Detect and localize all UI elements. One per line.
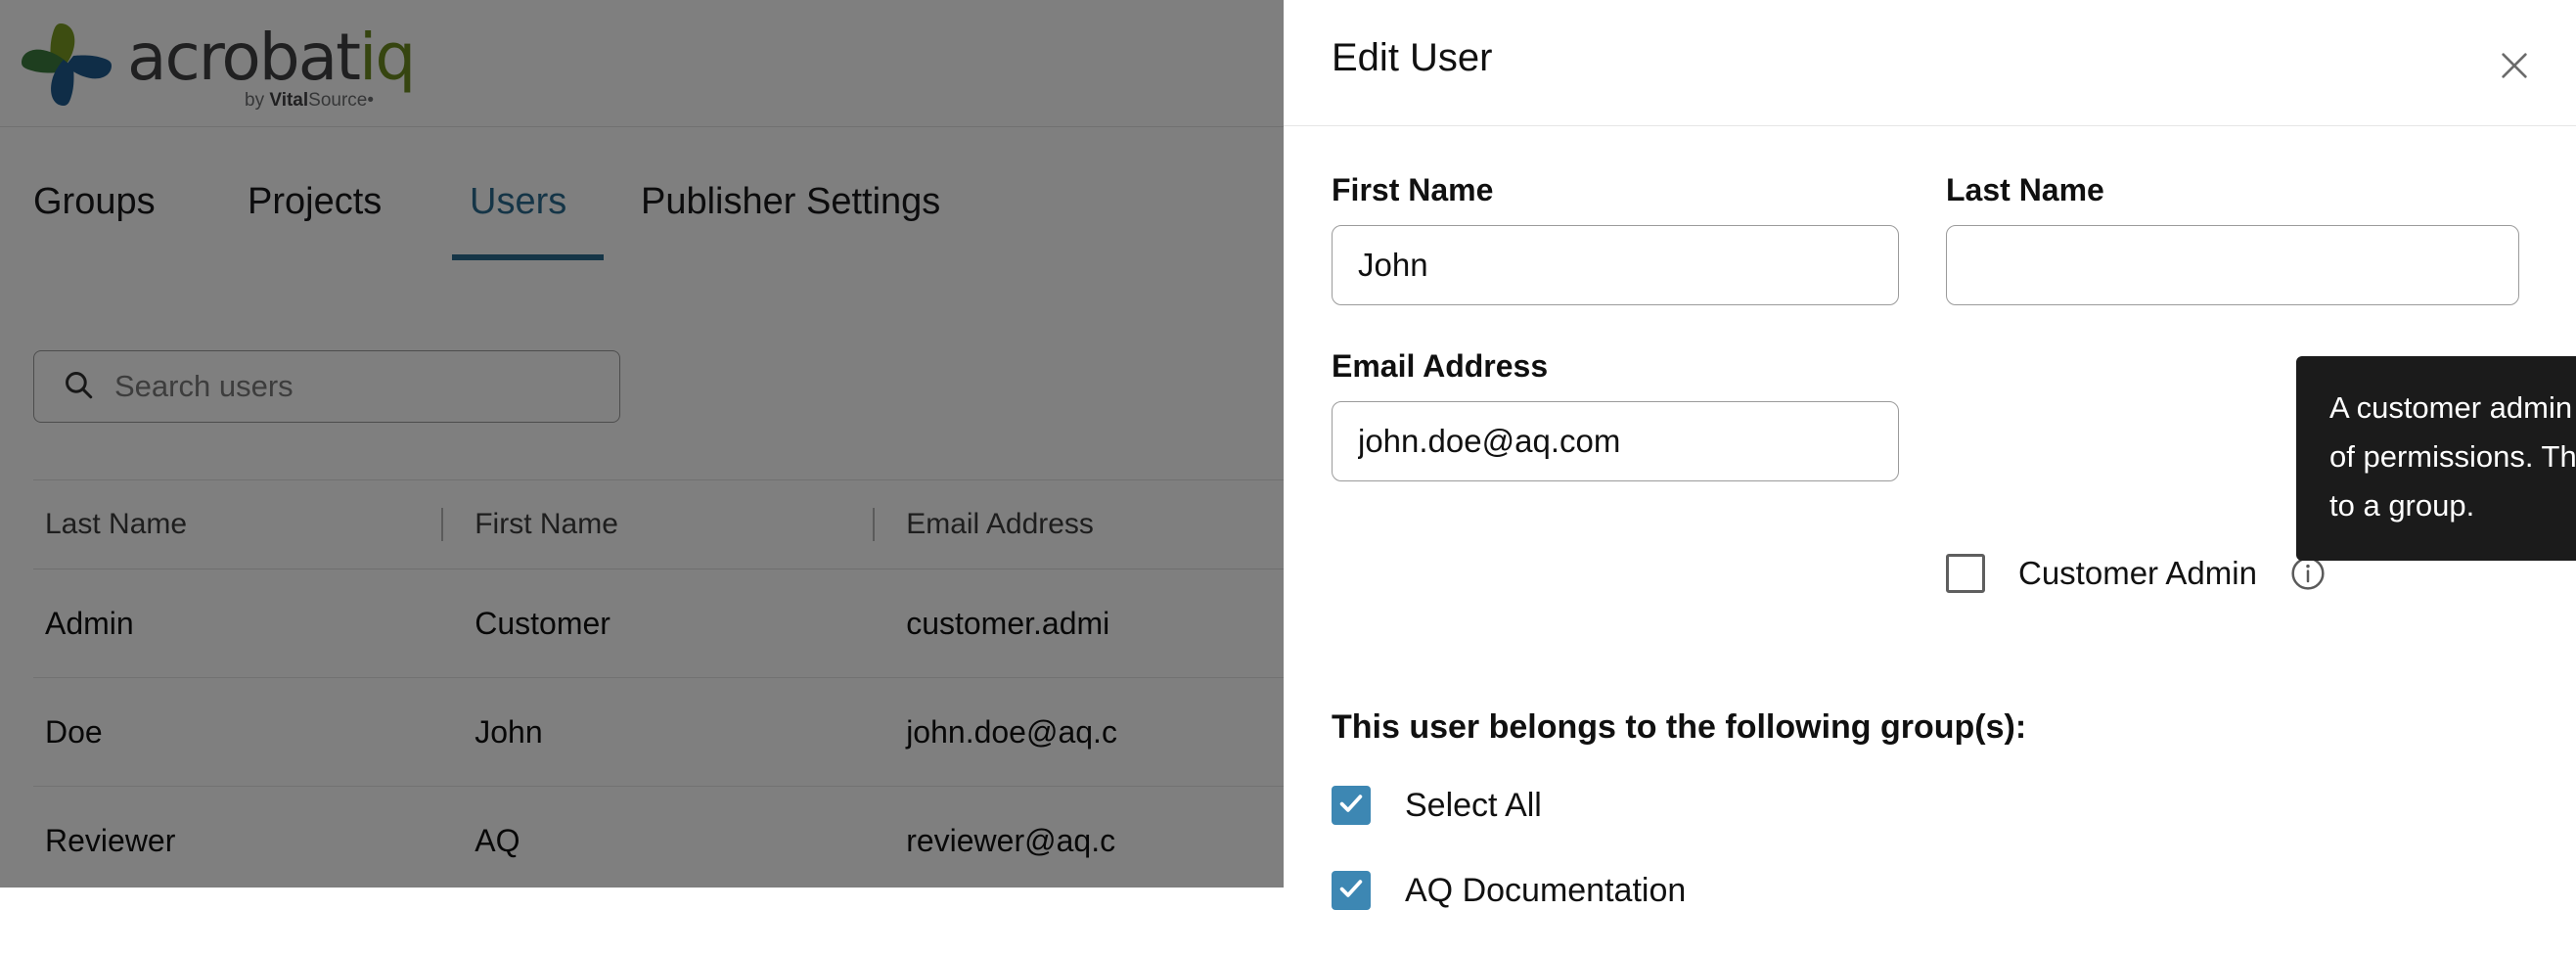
select-all-label: Select All	[1405, 786, 1542, 824]
tab-projects-label: Projects	[248, 181, 383, 222]
first-name-field-block: First Name	[1332, 172, 1899, 305]
close-icon	[2498, 49, 2531, 85]
cell-last-name: Admin	[45, 605, 134, 641]
check-icon	[1336, 874, 1366, 908]
select-all-checkbox[interactable]	[1332, 786, 1371, 825]
column-divider	[873, 508, 876, 541]
vitalsource-byline: by VitalSource•	[245, 90, 374, 111]
group-row-select-all[interactable]: Select All	[1332, 786, 2212, 825]
users-table: Last Name First Name Email Address Admin…	[33, 479, 1284, 888]
background-application: acrobatiq by VitalSource• Groups Project…	[0, 0, 1284, 888]
first-name-label: First Name	[1332, 172, 1494, 207]
table-row[interactable]: Reviewer AQ reviewer@aq.c	[33, 787, 1284, 888]
table-row[interactable]: Doe John john.doe@aq.c	[33, 678, 1284, 787]
email-field-block: Email Address	[1332, 348, 1899, 481]
groups-section-title: This user belongs to the following group…	[1332, 708, 2027, 746]
modal-title: Edit User	[1332, 36, 1493, 79]
table-row[interactable]: Admin Customer customer.admi	[33, 569, 1284, 678]
aq-documentation-checkbox[interactable]	[1332, 871, 1371, 910]
cell-email: john.doe@aq.c	[906, 713, 1117, 750]
cell-first-name: AQ	[475, 822, 520, 858]
search-users-field[interactable]: Search users	[33, 350, 620, 423]
cell-last-name: Doe	[45, 713, 103, 750]
modal-left-column: First Name Email Address	[1332, 172, 1899, 524]
close-button[interactable]	[2489, 41, 2540, 92]
users-table-header: Last Name First Name Email Address	[33, 479, 1284, 569]
cell-email: customer.admi	[906, 605, 1110, 641]
acrobatiq-wordmark: acrobatiq	[127, 20, 416, 95]
tab-projects[interactable]: Projects	[248, 181, 382, 239]
last-name-label: Last Name	[1946, 172, 2104, 207]
tab-users-label: Users	[470, 181, 567, 222]
cell-first-name: John	[475, 713, 543, 750]
email-address-input[interactable]	[1332, 401, 1899, 481]
column-header-email-address[interactable]: Email Address	[873, 480, 1284, 569]
tab-users[interactable]: Users	[470, 181, 566, 239]
app-header: acrobatiq by VitalSource•	[0, 0, 1284, 127]
email-address-label: Email Address	[1332, 348, 1549, 384]
tab-groups[interactable]: Groups	[33, 181, 156, 239]
customer-admin-label: Customer Admin	[2018, 555, 2257, 591]
cell-first-name: Customer	[475, 605, 610, 641]
cell-last-name: Reviewer	[45, 822, 176, 858]
tab-publisher-settings-label: Publisher Settings	[641, 181, 941, 222]
main-tabs: Groups Projects Users Publisher Settings	[0, 181, 1284, 289]
customer-admin-row: Customer Admin	[1946, 554, 2327, 593]
customer-admin-checkbox[interactable]	[1946, 554, 1985, 593]
tab-publisher-settings[interactable]: Publisher Settings	[641, 181, 940, 239]
group-row-aq-documentation[interactable]: AQ Documentation	[1332, 871, 2212, 910]
tab-groups-label: Groups	[33, 181, 156, 222]
acrobatiq-logo[interactable]: acrobatiq by VitalSource•	[18, 14, 416, 115]
tooltip-text: A customer admin has the highest level o…	[2329, 390, 2576, 524]
page-root: acrobatiq by VitalSource• Groups Project…	[0, 0, 2576, 910]
active-tab-underline	[452, 254, 604, 260]
last-name-field-block: Last Name	[1946, 172, 2519, 305]
search-icon	[62, 368, 95, 406]
acrobatiq-logo-mark	[18, 20, 115, 114]
cell-email: reviewer@aq.c	[906, 822, 1116, 858]
last-name-input[interactable]	[1946, 225, 2519, 305]
column-divider	[441, 508, 444, 541]
modal-header: Edit User	[1284, 0, 2576, 126]
customer-admin-tooltip: A customer admin has the highest level o…	[2296, 356, 2576, 561]
aq-documentation-label: AQ Documentation	[1405, 871, 1687, 909]
column-header-first-name[interactable]: First Name	[441, 480, 896, 569]
search-placeholder: Search users	[114, 369, 294, 403]
check-icon	[1336, 789, 1366, 823]
groups-section: This user belongs to the following group…	[1332, 708, 2212, 956]
first-name-input[interactable]	[1332, 225, 1899, 305]
edit-user-modal: Edit User First Name Email Address	[1284, 0, 2576, 910]
column-header-last-name[interactable]: Last Name	[33, 480, 465, 569]
modal-right-column: Last Name	[1946, 172, 2519, 348]
